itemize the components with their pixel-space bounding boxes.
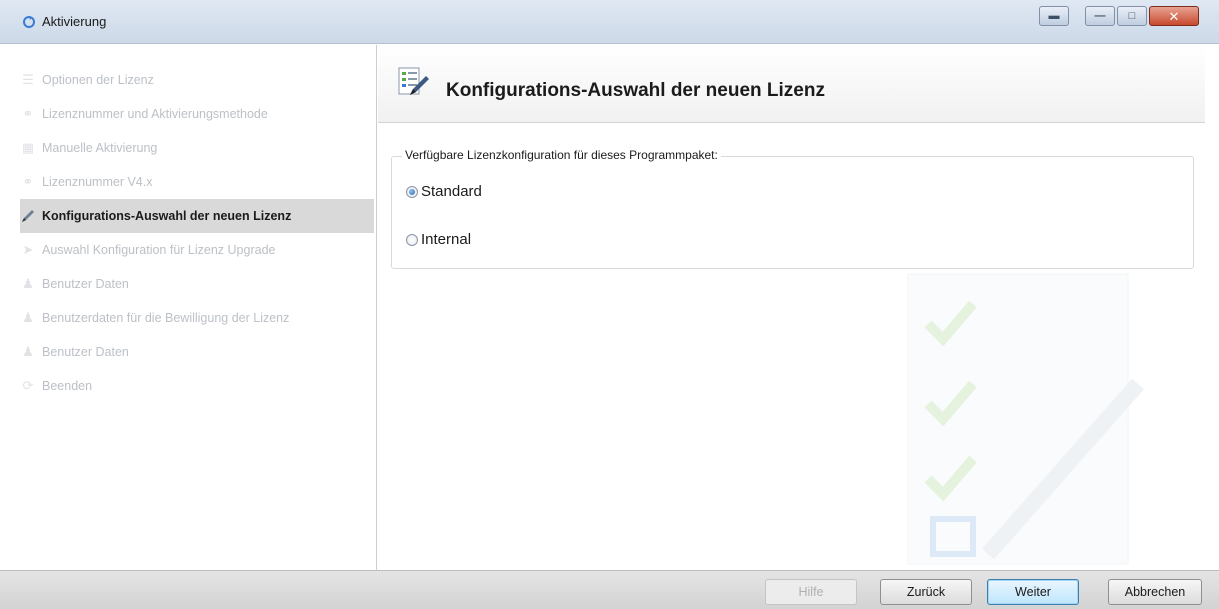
sidebar-item-license-options[interactable]: ☰ Optionen der Lizenz bbox=[20, 63, 374, 97]
activation-window: Aktivierung ▬ — □ ✕ ☰ Optionen der Lizen… bbox=[0, 0, 1219, 609]
key-icon: ⚭ bbox=[22, 106, 34, 121]
checklist-watermark-icon bbox=[907, 273, 1144, 565]
pen-icon bbox=[20, 208, 36, 224]
sidebar-item-label: Auswahl Konfiguration für Lizenz Upgrade bbox=[42, 243, 276, 257]
minimize-icon: — bbox=[1094, 9, 1106, 22]
radio-internal[interactable] bbox=[406, 233, 418, 246]
sidebar-item-license-number-method[interactable]: ⚭ Lizenznummer und Aktivierungsmethode bbox=[20, 97, 374, 131]
sidebar-item-label: Benutzerdaten für die Bewilligung der Li… bbox=[42, 311, 290, 325]
sidebar-item-label: Beenden bbox=[42, 379, 93, 393]
sidebar-item-label: Konfigurations-Auswahl der neuen Lizenz bbox=[42, 209, 292, 223]
page-header: Konfigurations-Auswahl der neuen Lizenz bbox=[378, 45, 1205, 123]
sidebar-item-upgrade-configuration[interactable]: ➤ Auswahl Konfiguration für Lizenz Upgra… bbox=[20, 233, 374, 267]
sidebar-item-label: Manuelle Aktivierung bbox=[42, 141, 158, 155]
sidebar-item-finish[interactable]: ⟳ Beenden bbox=[20, 369, 374, 403]
window-title: Aktivierung bbox=[42, 14, 107, 29]
main-content: Verfügbare Lizenzkonfiguration für diese… bbox=[378, 124, 1205, 570]
close-button[interactable]: ✕ bbox=[1149, 6, 1199, 26]
upgrade-icon: ➤ bbox=[22, 242, 34, 257]
caption-buttons: ▬ — □ ✕ bbox=[1039, 6, 1199, 26]
restore-icon-button[interactable]: ▬ bbox=[1039, 6, 1069, 26]
sidebar-item-label: Benutzer Daten bbox=[42, 277, 129, 291]
sidebar-item-user-data-approval[interactable]: ♟ Benutzerdaten für die Bewilligung der … bbox=[20, 301, 374, 335]
sidebar-item-label: Lizenznummer V4.x bbox=[42, 175, 153, 189]
license-configuration-group: Verfügbare Lizenzkonfiguration für diese… bbox=[391, 148, 1194, 269]
page-title: Konfigurations-Auswahl der neuen Lizenz bbox=[446, 80, 825, 101]
sidebar-item-label: Optionen der Lizenz bbox=[42, 73, 154, 87]
wizard-steps-sidebar: ☰ Optionen der Lizenz ⚭ Lizenznummer und… bbox=[0, 45, 377, 570]
user-icon: ♟ bbox=[22, 310, 34, 325]
next-button[interactable]: Weiter bbox=[987, 579, 1079, 605]
finish-icon: ⟳ bbox=[22, 378, 34, 393]
sidebar-item-user-data-2[interactable]: ♟ Benutzer Daten bbox=[20, 335, 374, 369]
maximize-button[interactable]: □ bbox=[1117, 6, 1147, 26]
sidebar-item-manual-activation[interactable]: ▦ Manuelle Aktivierung bbox=[20, 131, 374, 165]
license-configuration-legend: Verfügbare Lizenzkonfiguration für diese… bbox=[402, 148, 721, 162]
help-button[interactable]: Hilfe bbox=[765, 579, 857, 605]
radio-standard-label: Standard bbox=[421, 183, 482, 200]
checklist-pen-icon bbox=[398, 67, 429, 95]
user-icon: ♟ bbox=[22, 344, 34, 359]
radio-internal-label: Internal bbox=[421, 231, 472, 248]
activation-icon bbox=[23, 16, 35, 28]
user-icon: ♟ bbox=[22, 276, 34, 291]
sidebar-item-configuration-selection[interactable]: Konfigurations-Auswahl der neuen Lizenz bbox=[20, 199, 374, 233]
sidebar-item-license-number-v4[interactable]: ⚭ Lizenznummer V4.x bbox=[20, 165, 374, 199]
radio-option-standard[interactable]: Standard bbox=[406, 183, 482, 200]
sidebar-item-label: Benutzer Daten bbox=[42, 345, 129, 359]
radio-option-internal[interactable]: Internal bbox=[406, 231, 471, 248]
maximize-icon: □ bbox=[1128, 9, 1136, 22]
wizard-footer: Hilfe Zurück Weiter Abbrechen bbox=[0, 570, 1219, 609]
options-icon: ☰ bbox=[22, 72, 34, 87]
radio-standard[interactable] bbox=[406, 185, 418, 198]
restore-icon: ▬ bbox=[1048, 9, 1060, 22]
sidebar-item-label: Lizenznummer und Aktivierungsmethode bbox=[42, 107, 268, 121]
close-icon: ✕ bbox=[1168, 8, 1180, 24]
back-button[interactable]: Zurück bbox=[880, 579, 972, 605]
calendar-icon: ▦ bbox=[21, 140, 35, 155]
key-icon: ⚭ bbox=[22, 174, 34, 189]
cancel-button[interactable]: Abbrechen bbox=[1108, 579, 1202, 605]
title-bar[interactable]: Aktivierung ▬ — □ ✕ bbox=[0, 0, 1219, 44]
minimize-button[interactable]: — bbox=[1085, 6, 1115, 26]
sidebar-item-user-data[interactable]: ♟ Benutzer Daten bbox=[20, 267, 374, 301]
